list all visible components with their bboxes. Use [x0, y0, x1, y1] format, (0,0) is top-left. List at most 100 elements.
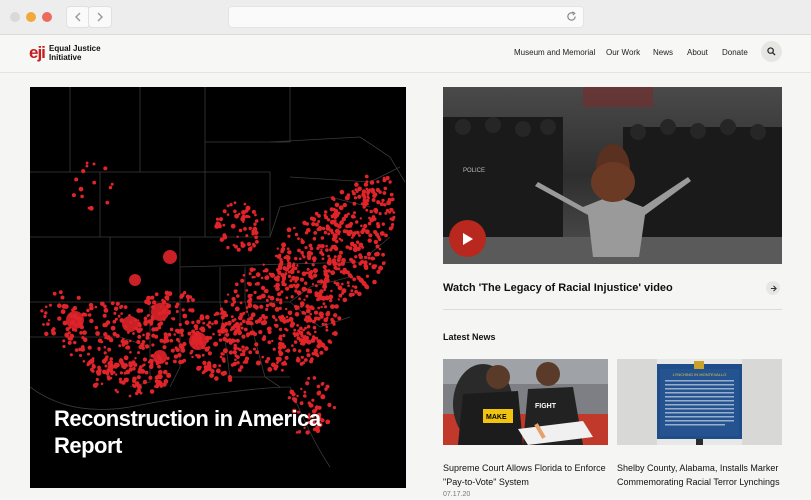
window-close-dot[interactable] [10, 12, 20, 22]
map-dot [100, 340, 104, 344]
map-dot [349, 221, 352, 225]
map-dot [301, 303, 305, 307]
map-dot [358, 234, 361, 237]
map-dot [306, 267, 310, 271]
map-dot [275, 282, 280, 288]
map-dot [167, 332, 172, 337]
map-dot [73, 340, 77, 345]
map-dot [149, 322, 153, 326]
map-dot [304, 261, 308, 264]
map-dot [322, 264, 327, 270]
map-dot [106, 375, 111, 379]
map-dot [261, 355, 264, 359]
news-title-2[interactable]: Shelby County, Alabama, Installs Marker … [617, 461, 782, 489]
map-dot [241, 210, 246, 215]
search-button[interactable] [761, 41, 782, 62]
map-dot [381, 198, 385, 203]
map-dot [148, 364, 154, 370]
nav-museum-and-memorial[interactable]: Museum and Memorial [514, 48, 595, 57]
back-button[interactable] [66, 6, 90, 28]
map-dot [353, 211, 356, 215]
window-minimize-dot[interactable] [26, 12, 36, 22]
map-dot [201, 353, 205, 357]
map-dot [276, 269, 280, 273]
map-dot [239, 322, 243, 326]
map-dot [300, 238, 304, 241]
map-dot [241, 334, 246, 339]
map-dot [311, 222, 316, 227]
map-dot [289, 389, 295, 395]
map-dot [79, 354, 82, 357]
play-icon [462, 232, 473, 245]
map-dot [308, 333, 312, 336]
map-dot [286, 264, 292, 269]
reload-icon[interactable] [566, 11, 577, 22]
video-arrow-button[interactable] [766, 281, 780, 295]
hero-feature-card[interactable]: Reconstruction in America Report [30, 87, 406, 488]
map-dot [226, 204, 230, 208]
map-dot [43, 314, 47, 318]
nav-our-work[interactable]: Our Work [606, 48, 640, 57]
map-dot [162, 345, 167, 350]
map-dot [129, 351, 132, 354]
map-dot [151, 327, 156, 332]
map-dot [205, 314, 210, 320]
map-dot [365, 285, 370, 290]
map-dot [308, 317, 313, 323]
map-dot [317, 220, 321, 223]
map-dot [329, 248, 333, 252]
map-dot [355, 240, 360, 244]
forward-button[interactable] [88, 6, 112, 28]
map-dot [378, 212, 382, 216]
map-dot [89, 318, 94, 324]
map-dot [79, 331, 83, 335]
map-dot [371, 198, 376, 202]
map-dot [264, 268, 269, 273]
map-dot [324, 277, 330, 283]
map-dot [292, 348, 297, 352]
map-dot [74, 348, 79, 352]
map-dot [137, 351, 140, 355]
map-dot [243, 202, 247, 206]
map-dot [381, 261, 386, 266]
map-dot [302, 220, 307, 225]
map-dot [87, 313, 92, 317]
map-dot [385, 208, 390, 213]
video-thumbnail[interactable]: POLICE [443, 87, 782, 264]
logo-text[interactable]: Equal Justice Initiative [49, 44, 119, 62]
hero-title[interactable]: Reconstruction in America Report [54, 405, 384, 459]
nav-about[interactable]: About [687, 48, 708, 57]
map-dot [271, 339, 274, 343]
map-dot [339, 250, 343, 255]
map-dot [289, 279, 293, 283]
map-dot [202, 321, 206, 325]
news-title-1[interactable]: Supreme Court Allows Florida to Enforce … [443, 461, 608, 489]
logo-mark[interactable]: eji [29, 43, 46, 63]
map-dot [294, 232, 299, 237]
map-dot [305, 294, 309, 298]
nav-news[interactable]: News [653, 48, 673, 57]
map-dot [222, 336, 227, 342]
map-dot [184, 320, 190, 325]
play-button[interactable] [449, 220, 486, 257]
map-dot [69, 333, 75, 339]
news-thumbnail-2[interactable]: LYNCHING IN MONTEVALLO [617, 359, 782, 445]
map-dot [245, 214, 249, 218]
window-zoom-dot[interactable] [42, 12, 52, 22]
map-dot [346, 281, 350, 285]
map-dot [255, 240, 259, 244]
address-bar[interactable] [228, 6, 584, 28]
map-dot [227, 320, 232, 326]
map-dot [310, 338, 316, 343]
map-dot [289, 284, 292, 288]
map-dot [320, 236, 325, 240]
map-dot [286, 259, 290, 262]
video-link[interactable]: Watch 'The Legacy of Racial Injustice' v… [443, 282, 673, 294]
news-thumbnail-1[interactable]: FIGHT MAKE [443, 359, 608, 445]
nav-donate[interactable]: Donate [722, 48, 748, 57]
map-dot [146, 295, 151, 301]
map-dot [296, 324, 299, 327]
map-dot [301, 286, 307, 292]
map-dot [363, 223, 368, 229]
map-dot [151, 333, 156, 338]
